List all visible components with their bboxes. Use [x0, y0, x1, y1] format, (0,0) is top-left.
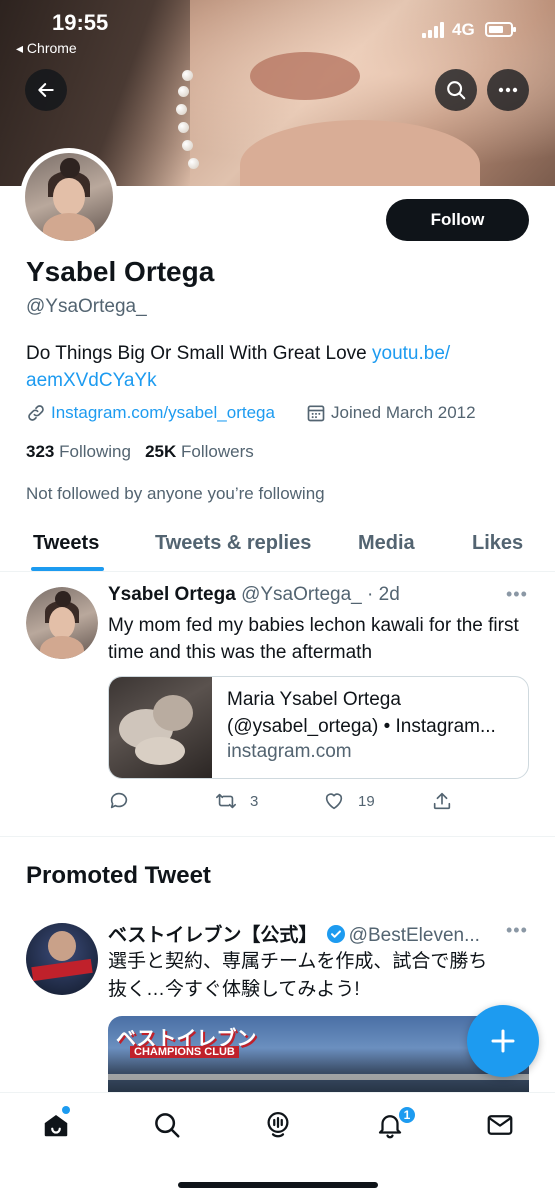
follow-button[interactable]: Follow: [386, 199, 529, 241]
link-card[interactable]: Maria Ysabel Ortega (@ysabel_ortega) • In…: [108, 676, 529, 779]
followers-link[interactable]: 25K Followers: [145, 442, 254, 461]
search-icon: [447, 81, 466, 100]
calendar-icon: [307, 405, 325, 422]
back-arrow-icon: [38, 83, 54, 97]
profile-joined: Joined March 2012: [306, 403, 476, 423]
share-button[interactable]: [430, 790, 454, 812]
signal-icon: [422, 22, 446, 38]
bio-text: Do Things Big Or Small With Great Love: [26, 343, 372, 364]
compose-plus-icon: [491, 1029, 515, 1053]
back-to-app-link[interactable]: ◂ Chrome: [16, 40, 77, 57]
tweet-author-handle[interactable]: @YsaOrtega_: [241, 584, 362, 605]
battery-icon: [485, 22, 516, 37]
tab-media[interactable]: Media: [358, 532, 415, 555]
more-button[interactable]: [487, 69, 529, 111]
card-title: Maria Ysabel Ortega (@ysabel_ortega) • In…: [227, 689, 496, 737]
retweet-button[interactable]: 3: [214, 790, 258, 812]
compose-button[interactable]: [467, 1005, 539, 1077]
verified-icon: [326, 925, 345, 943]
profile-avatar[interactable]: [20, 148, 118, 246]
profile-bio: Do Things Big Or Small With Great Love y…: [26, 340, 506, 394]
promoted-more-icon[interactable]: •••: [506, 920, 528, 941]
tweet-text: My mom fed my babies lechon kawali for t…: [108, 615, 519, 663]
nav-home[interactable]: [36, 1107, 76, 1143]
like-count: 19: [358, 792, 375, 810]
reply-icon: [110, 792, 128, 809]
share-icon: [433, 792, 451, 810]
tweet-time[interactable]: · 2d: [367, 584, 400, 605]
promoted-media-sub: CHAMPIONS CLUB: [130, 1046, 239, 1058]
promoted-author-handle[interactable]: @BestEleven...: [349, 925, 480, 946]
promoted-author-name[interactable]: ベストイレブン【公式】: [108, 925, 317, 946]
home-icon: [44, 1115, 68, 1137]
status-bar: 19:55 ◂ Chrome 4G: [0, 0, 555, 60]
promoted-header: ベストイレブン【公式】 @BestEleven...: [108, 920, 518, 947]
follow-counts: 323 Following 25K Followers: [26, 442, 254, 462]
home-new-dot: [62, 1106, 70, 1114]
tab-likes[interactable]: Likes: [472, 532, 523, 555]
tweet-header: Ysabel Ortega @YsaOrtega_ · 2d: [108, 584, 400, 606]
notifications-badge: 1: [397, 1105, 417, 1125]
nav-search[interactable]: [147, 1107, 187, 1143]
following-link[interactable]: 323 Following: [26, 442, 131, 461]
tweet-author-name[interactable]: Ysabel Ortega: [108, 584, 236, 605]
search-icon: [155, 1113, 180, 1138]
joined-date: Joined March 2012: [331, 403, 476, 422]
promoted-media[interactable]: ベストイレブン CHAMPIONS CLUB: [108, 1016, 529, 1096]
tab-tweets-replies[interactable]: Tweets & replies: [155, 532, 311, 555]
website-link[interactable]: Instagram.com/ysabel_ortega: [51, 403, 275, 423]
promoted-section-title: Promoted Tweet: [26, 862, 211, 889]
tweet-avatar[interactable]: [26, 587, 98, 659]
reply-button[interactable]: [108, 790, 130, 812]
card-image: [109, 677, 212, 778]
like-button[interactable]: 19: [322, 790, 375, 812]
nav-messages[interactable]: [480, 1107, 520, 1143]
social-context: Not followed by anyone you’re following: [26, 484, 325, 503]
card-domain: instagram.com: [227, 741, 352, 762]
network-label: 4G: [452, 20, 475, 39]
back-button[interactable]: [25, 69, 67, 111]
nav-spaces[interactable]: [258, 1107, 298, 1143]
retweet-count: 3: [250, 792, 259, 810]
tab-tweets[interactable]: Tweets: [33, 532, 99, 555]
promoted-text: 選手と契約、専属チームを作成、試合で勝ち 抜く…今すぐ体験してみよう!: [108, 951, 488, 1000]
promoted-avatar[interactable]: [26, 923, 98, 995]
retweet-icon: [216, 793, 236, 809]
profile-tabs: Tweets Tweets & replies Media Likes: [0, 520, 555, 572]
search-button[interactable]: [435, 69, 477, 111]
tweet-more-icon[interactable]: •••: [506, 584, 528, 605]
home-indicator: [178, 1182, 378, 1188]
profile-website[interactable]: Instagram.com/ysabel_ortega: [26, 403, 275, 423]
like-icon: [325, 793, 343, 810]
active-tab-indicator: [31, 567, 104, 571]
divider: [0, 836, 555, 837]
mail-icon: [487, 1115, 513, 1135]
profile-name: Ysabel Ortega: [26, 256, 215, 287]
more-icon: [498, 87, 518, 93]
link-icon: [28, 405, 44, 421]
spaces-icon: [267, 1112, 289, 1138]
status-time: 19:55: [52, 10, 109, 35]
profile-handle: @YsaOrtega_: [26, 296, 147, 317]
